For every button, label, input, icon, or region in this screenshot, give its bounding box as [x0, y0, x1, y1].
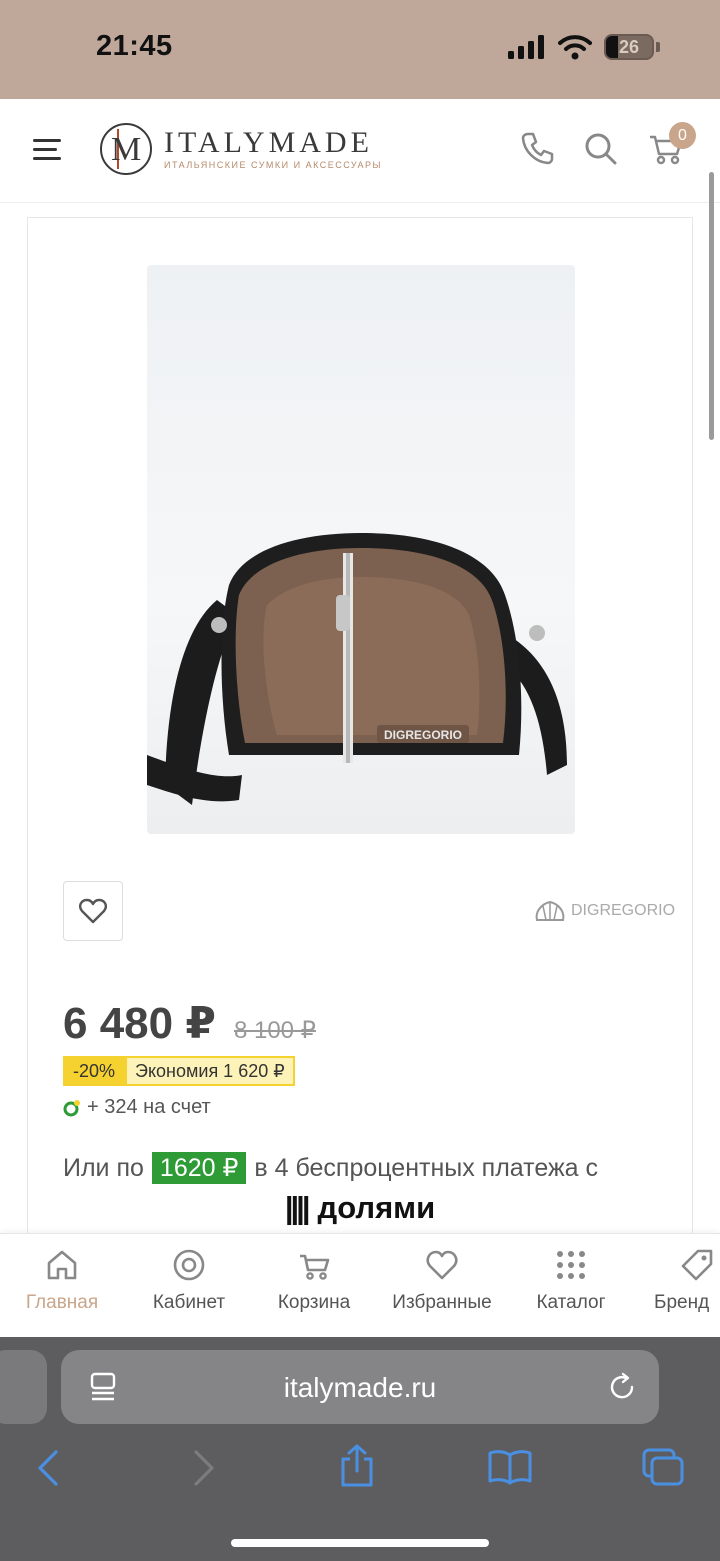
product-image[interactable]: DIGREGORIO — [147, 265, 575, 834]
menu-icon[interactable] — [33, 139, 61, 163]
cellular-signal-icon — [508, 35, 544, 59]
tabs-icon[interactable] — [641, 1447, 685, 1487]
bottom-navigation: Главная Кабинет Корзина Избранные Катало… — [0, 1233, 720, 1337]
nav-item-account[interactable]: Кабинет — [144, 1248, 234, 1314]
product-card: DIGREGORIO DIGREGORIO 6 480 ₽ 8 100 ₽ -2… — [27, 217, 693, 1257]
nav-item-home[interactable]: Главная — [20, 1248, 104, 1314]
site-header: M ITALYMADE ИТАЛЬЯНСКИЕ СУМКИ И АКСЕССУА… — [0, 99, 720, 203]
battery-percent: 26 — [618, 36, 640, 57]
site-logo[interactable]: M ITALYMADE ИТАЛЬЯНСКИЕ СУМКИ И АКСЕССУА… — [100, 123, 382, 175]
nav-label: Избранные — [392, 1292, 492, 1313]
cart-icon — [300, 1254, 330, 1280]
economy-badge: Экономия 1 620 ₽ — [125, 1056, 295, 1086]
back-icon[interactable] — [36, 1449, 60, 1487]
dolyami-bars-icon: |||| — [284, 1190, 311, 1225]
nav-label: Бренд — [654, 1292, 710, 1313]
brand-logo-text: DIGREGORIO — [571, 902, 676, 919]
old-price: 8 100 ₽ — [233, 1017, 316, 1044]
nav-label: Главная — [25, 1292, 99, 1313]
nav-item-favorites[interactable]: Избранные — [381, 1248, 503, 1314]
logo-mark-icon: M — [100, 123, 152, 175]
heart-icon — [79, 898, 107, 924]
nav-item-brands[interactable]: Бренд — [654, 1248, 720, 1314]
home-indicator[interactable] — [231, 1539, 489, 1547]
dolyami-text: долями — [317, 1190, 436, 1225]
bag-brand-text: DIGREGORIO — [384, 728, 462, 742]
status-icons: 26 — [508, 34, 660, 60]
nav-item-cart[interactable]: Корзина — [268, 1248, 360, 1314]
forward-icon[interactable] — [192, 1449, 216, 1487]
bonus-coin-icon — [63, 1099, 80, 1116]
address-bar[interactable]: italymade.ru — [61, 1350, 659, 1424]
handbag-illustration: DIGREGORIO — [147, 533, 567, 805]
reload-icon[interactable] — [607, 1372, 637, 1402]
battery-cap — [656, 42, 660, 52]
battery-level-fill — [606, 36, 618, 58]
status-time: 21:45 — [96, 30, 173, 62]
brand-shell-icon — [535, 900, 565, 921]
nav-label: Каталог — [536, 1292, 606, 1313]
current-price: 6 480 ₽ — [63, 999, 216, 1048]
home-icon — [47, 1250, 77, 1280]
bonus-points: + 324 на счет — [63, 1096, 211, 1119]
installment-info: Или по 1620 ₽ в 4 беспроцентных платежа … — [63, 1152, 598, 1184]
installment-prefix: Или по — [63, 1153, 144, 1182]
dolyami-logo[interactable]: |||| долями — [28, 1190, 692, 1226]
previous-tab[interactable] — [0, 1350, 47, 1424]
wifi-icon — [558, 35, 592, 60]
grid-icon — [557, 1251, 585, 1279]
status-bar: 21:45 26 — [0, 0, 720, 99]
phone-icon[interactable] — [518, 129, 556, 167]
heart-icon — [426, 1250, 458, 1280]
installment-suffix: в 4 беспроцентных платежа с — [254, 1153, 599, 1182]
scroll-indicator[interactable] — [709, 172, 714, 440]
share-icon[interactable] — [338, 1443, 376, 1489]
logo-subtitle: ИТАЛЬЯНСКИЕ СУМКИ И АКСЕССУАРЫ — [164, 160, 383, 170]
user-circle-icon — [173, 1249, 205, 1281]
price-row: 6 480 ₽ 8 100 ₽ — [63, 998, 316, 1049]
add-to-favorites-button[interactable] — [63, 881, 123, 941]
bonus-text: + 324 на счет — [87, 1096, 211, 1118]
url-text: italymade.ru — [283, 1372, 437, 1403]
nav-label: Кабинет — [152, 1292, 226, 1313]
installment-amount: 1620 ₽ — [151, 1152, 247, 1184]
nav-item-catalog[interactable]: Каталог — [528, 1248, 614, 1314]
bookmarks-icon[interactable] — [487, 1449, 533, 1485]
tag-icon — [681, 1249, 713, 1281]
nav-label: Корзина — [277, 1292, 351, 1313]
search-icon[interactable] — [581, 129, 619, 167]
logo-title: ITALYMADE — [164, 126, 373, 159]
cart-count-badge: 0 — [669, 122, 696, 149]
brand-logo[interactable]: DIGREGORIO — [533, 898, 675, 924]
discount-percent-badge: -20% — [63, 1056, 126, 1086]
browser-toolbar: italymade.ru — [0, 1337, 720, 1561]
discount-badges: -20% Экономия 1 620 ₽ — [63, 1056, 295, 1086]
battery-icon: 26 — [604, 34, 654, 60]
